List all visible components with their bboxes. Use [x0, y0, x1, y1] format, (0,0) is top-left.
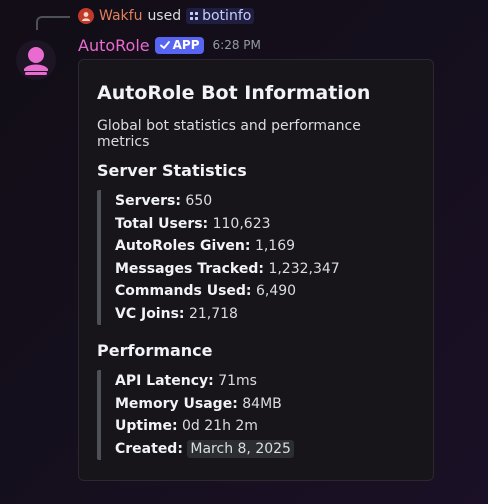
slash-command-icon — [190, 12, 199, 20]
stat-value: 1,232,347 — [268, 260, 340, 277]
perf-label: API Latency: — [115, 373, 214, 389]
stat-label: AutoRoles Given: — [115, 238, 251, 254]
bot-name[interactable]: AutoRole — [78, 36, 150, 55]
reply-username[interactable]: Wakfu — [99, 8, 142, 24]
command-chip[interactable]: botinfo — [186, 8, 255, 24]
stat-label: Total Users: — [115, 215, 209, 232]
command-name: botinfo — [202, 8, 252, 24]
performance-block: API Latency: 71ms Memory Usage: 84MB Upt… — [97, 370, 415, 460]
perf-label: Created: — [115, 440, 183, 457]
message-header: AutoRole APP 6:28 PM — [78, 34, 261, 56]
stat-value: 6,490 — [255, 283, 297, 299]
embed-card: AutoRole Bot Information Global bot stat… — [78, 59, 434, 481]
reply-user-avatar-icon[interactable] — [78, 8, 94, 24]
stat-label: Servers: — [115, 193, 181, 209]
message-timestamp[interactable]: 6:28 PM — [213, 38, 261, 52]
bot-avatar-icon[interactable] — [16, 40, 56, 80]
reply-context[interactable]: Wakfu used botinfo — [78, 6, 255, 26]
stat-value: 110,623 — [212, 215, 271, 232]
stat-value: 650 — [185, 193, 213, 209]
stat-label: Commands Used: — [115, 283, 252, 299]
perf-row-uptime: Uptime: 0d 21h 2m — [115, 415, 415, 438]
stat-row-total-users: Total Users: 110,623 — [115, 213, 415, 236]
perf-value: 84MB — [242, 395, 282, 412]
perf-value: 71ms — [218, 373, 257, 389]
checkmark-icon — [159, 41, 170, 49]
embed-description: Global bot statistics and performance me… — [97, 118, 361, 150]
stat-row-servers: Servers: 650 — [115, 190, 415, 213]
stat-row-commands-used: Commands Used: 6,490 — [115, 280, 415, 303]
created-date-timestamp[interactable]: March 8, 2025 — [187, 439, 294, 458]
stat-row-autoroles-given: AutoRoles Given: 1,169 — [115, 235, 415, 258]
perf-label: Uptime: — [115, 418, 178, 434]
performance-heading: Performance — [97, 341, 213, 360]
app-badge-label: APP — [172, 38, 200, 52]
reply-spine — [36, 16, 70, 30]
stat-value: 21,718 — [188, 305, 238, 322]
server-statistics-heading: Server Statistics — [97, 161, 247, 180]
stat-value: 1,169 — [254, 238, 296, 254]
embed-title: AutoRole Bot Information — [97, 82, 371, 104]
reply-used-text: used — [147, 8, 182, 24]
perf-row-created: Created: March 8, 2025 — [115, 438, 415, 461]
stat-row-messages-tracked: Messages Tracked: 1,232,347 — [115, 258, 415, 281]
perf-label: Memory Usage: — [115, 395, 238, 412]
stat-label: VC Joins: — [115, 305, 185, 322]
app-badge: APP — [154, 36, 204, 54]
stat-row-vc-joins: VC Joins: 21,718 — [115, 303, 415, 326]
perf-value: 0d 21h 2m — [182, 418, 258, 434]
stat-label: Messages Tracked: — [115, 260, 264, 277]
perf-row-api-latency: API Latency: 71ms — [115, 370, 415, 393]
perf-row-memory-usage: Memory Usage: 84MB — [115, 393, 415, 416]
server-statistics-block: Servers: 650 Total Users: 110,623 AutoRo… — [97, 190, 415, 325]
